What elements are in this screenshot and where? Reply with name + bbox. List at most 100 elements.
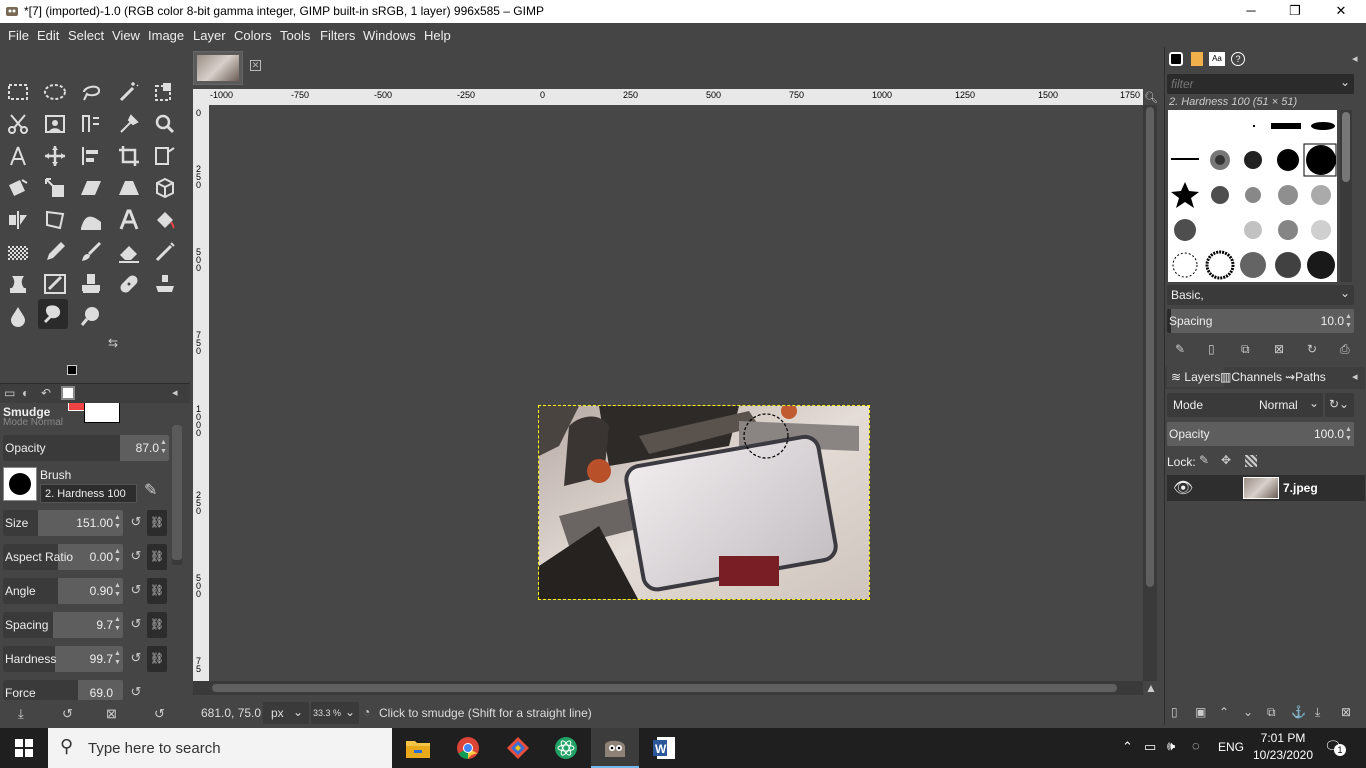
bucket-fill-tool[interactable]: [150, 205, 180, 235]
size-link-icon[interactable]: ⛓: [147, 510, 167, 536]
show-hidden-icons-icon[interactable]: ⌃: [1122, 739, 1133, 755]
ink-tool[interactable]: [3, 269, 33, 299]
language-indicator[interactable]: ENG: [1218, 740, 1244, 754]
opacity-spinner[interactable]: ▲ ▼: [160, 438, 168, 458]
perspective-clone-tool[interactable]: [150, 269, 180, 299]
restore-options-icon[interactable]: ↺: [62, 706, 73, 722]
duplicate-layer-icon[interactable]: ⧉: [1267, 705, 1276, 720]
brush-preview[interactable]: [3, 467, 37, 501]
heal-tool[interactable]: [114, 269, 144, 299]
layer-composite-select[interactable]: ↻⌄: [1325, 393, 1354, 417]
delete-brush-icon[interactable]: ⊠: [1274, 342, 1284, 356]
menu-tools[interactable]: Tools: [280, 28, 310, 43]
edit-brush-icon[interactable]: ✎: [144, 480, 157, 500]
close-image-tab-icon[interactable]: ✕: [250, 60, 261, 71]
force-reset-icon[interactable]: ↺: [127, 684, 145, 702]
fuzzy-select-tool[interactable]: [114, 77, 144, 107]
maximize-button[interactable]: ❐: [1272, 0, 1318, 23]
measure-tool[interactable]: [3, 141, 33, 171]
hardness-link-icon[interactable]: ⛓: [147, 646, 167, 672]
menu-help[interactable]: Help: [424, 28, 451, 43]
vertical-scrollbar[interactable]: [1143, 105, 1157, 681]
rotate-tool[interactable]: [3, 173, 33, 203]
taskbar-atom-app[interactable]: [542, 728, 590, 768]
brush-grid-scrollbar[interactable]: [1340, 110, 1352, 282]
scale-tool[interactable]: [40, 173, 70, 203]
zoom-fit-icon[interactable]: 🔍︎: [1144, 91, 1158, 104]
menu-select[interactable]: Select: [68, 28, 104, 43]
zoom-select[interactable]: 33.3 % ⌄: [311, 702, 359, 724]
align-tool[interactable]: [76, 141, 106, 171]
clock[interactable]: 7:01 PM 10/23/2020: [1250, 731, 1316, 765]
move-tool[interactable]: [40, 141, 70, 171]
taskbar-chrome[interactable]: [444, 728, 492, 768]
brush-grid[interactable]: [1168, 110, 1337, 282]
raise-layer-icon[interactable]: ⌃: [1219, 705, 1229, 719]
default-colors-icon[interactable]: [67, 365, 77, 375]
new-layer-icon[interactable]: ▯: [1171, 705, 1178, 719]
angle-link-icon[interactable]: ⛓: [147, 578, 167, 604]
blur-sharpen-tool[interactable]: [3, 301, 33, 331]
start-button[interactable]: [0, 728, 48, 768]
smudge-tool[interactable]: [38, 299, 68, 329]
taskbar-search-box[interactable]: ⚲ Type here to search: [48, 728, 392, 768]
paintbrush-tool[interactable]: [76, 237, 106, 267]
foreground-select-tool[interactable]: [40, 109, 70, 139]
help-tab-icon[interactable]: ?: [1231, 52, 1245, 66]
menu-view[interactable]: View: [112, 28, 140, 43]
spacing-spinner[interactable]: ▲ ▼: [114, 615, 122, 635]
opacity-slider[interactable]: Opacity 87.0 ▲ ▼: [3, 435, 169, 461]
force-slider[interactable]: Force 69.0: [3, 680, 123, 700]
gradient-tool[interactable]: [3, 237, 33, 267]
taskbar-app-diamond[interactable]: [494, 728, 542, 768]
close-button[interactable]: ✕: [1318, 0, 1364, 23]
menu-edit[interactable]: Edit: [37, 28, 59, 43]
layer-name[interactable]: 7.jpeg: [1283, 481, 1318, 495]
pencil-tool[interactable]: [40, 237, 70, 267]
tab-menu-icon[interactable]: ◂: [172, 386, 178, 399]
fonts-tab-icon[interactable]: Aa: [1209, 52, 1225, 66]
ellipse-select-tool[interactable]: [40, 77, 70, 107]
delete-options-icon[interactable]: ⊠: [106, 706, 117, 722]
horizontal-scroll-thumb[interactable]: [212, 684, 1117, 692]
crop-tool[interactable]: [114, 141, 144, 171]
taskbar-file-explorer[interactable]: [394, 728, 442, 768]
airbrush-tool[interactable]: [150, 237, 180, 267]
brushes-tab-icon[interactable]: [1169, 52, 1183, 66]
paths-tool[interactable]: [76, 109, 106, 139]
menu-layer[interactable]: Layer: [193, 28, 226, 43]
eye-visibility-icon[interactable]: 👁︎: [1173, 478, 1193, 498]
image-layer-photo[interactable]: [538, 405, 870, 600]
hardness-reset-icon[interactable]: ↺: [127, 650, 145, 668]
patterns-tab-icon[interactable]: [1191, 52, 1203, 66]
brush-spacing-slider[interactable]: Spacing 10.0 ▲ ▼: [1167, 309, 1354, 333]
battery-icon[interactable]: ▭: [1144, 739, 1156, 755]
hardness-slider[interactable]: Hardness 99.7 ▲ ▼: [3, 646, 123, 672]
angle-reset-icon[interactable]: ↺: [127, 582, 145, 600]
taskbar-gimp[interactable]: [591, 728, 639, 768]
tool-options-tab-icon[interactable]: ▭: [4, 386, 15, 400]
images-tab-icon[interactable]: [61, 386, 75, 400]
delete-layer-icon[interactable]: ⊠: [1341, 705, 1351, 719]
tab-channels[interactable]: ▥Channels: [1220, 370, 1282, 384]
merge-layer-icon[interactable]: ⤓: [1315, 705, 1320, 720]
aspect-ratio-reset-icon[interactable]: ↺: [127, 548, 145, 566]
brush-filter-input[interactable]: filter ⌄: [1167, 74, 1354, 94]
tab-layers[interactable]: ≋ Layers: [1167, 367, 1225, 387]
menu-colors[interactable]: Colors: [234, 28, 272, 43]
new-layer-group-icon[interactable]: ▣: [1195, 705, 1206, 719]
dock-menu-icon[interactable]: ◂: [1352, 52, 1358, 65]
menu-image[interactable]: Image: [148, 28, 184, 43]
vertical-scroll-thumb[interactable]: [1146, 107, 1154, 587]
layer-row[interactable]: 👁︎ 7.jpeg: [1167, 475, 1365, 501]
menu-windows[interactable]: Windows: [363, 28, 416, 43]
lock-alpha-icon[interactable]: [1245, 455, 1257, 467]
image-tab[interactable]: [193, 51, 243, 85]
layer-mode-select[interactable]: Mode Normal ⌄: [1167, 393, 1323, 417]
duplicate-brush-icon[interactable]: ⧉: [1241, 342, 1250, 357]
size-spinner[interactable]: ▲ ▼: [114, 513, 122, 533]
free-select-tool[interactable]: [76, 77, 106, 107]
lower-layer-icon[interactable]: ⌄: [1243, 705, 1253, 719]
zoom-tool[interactable]: [150, 109, 180, 139]
spacing-slider[interactable]: Spacing 9.7 ▲ ▼: [3, 612, 123, 638]
